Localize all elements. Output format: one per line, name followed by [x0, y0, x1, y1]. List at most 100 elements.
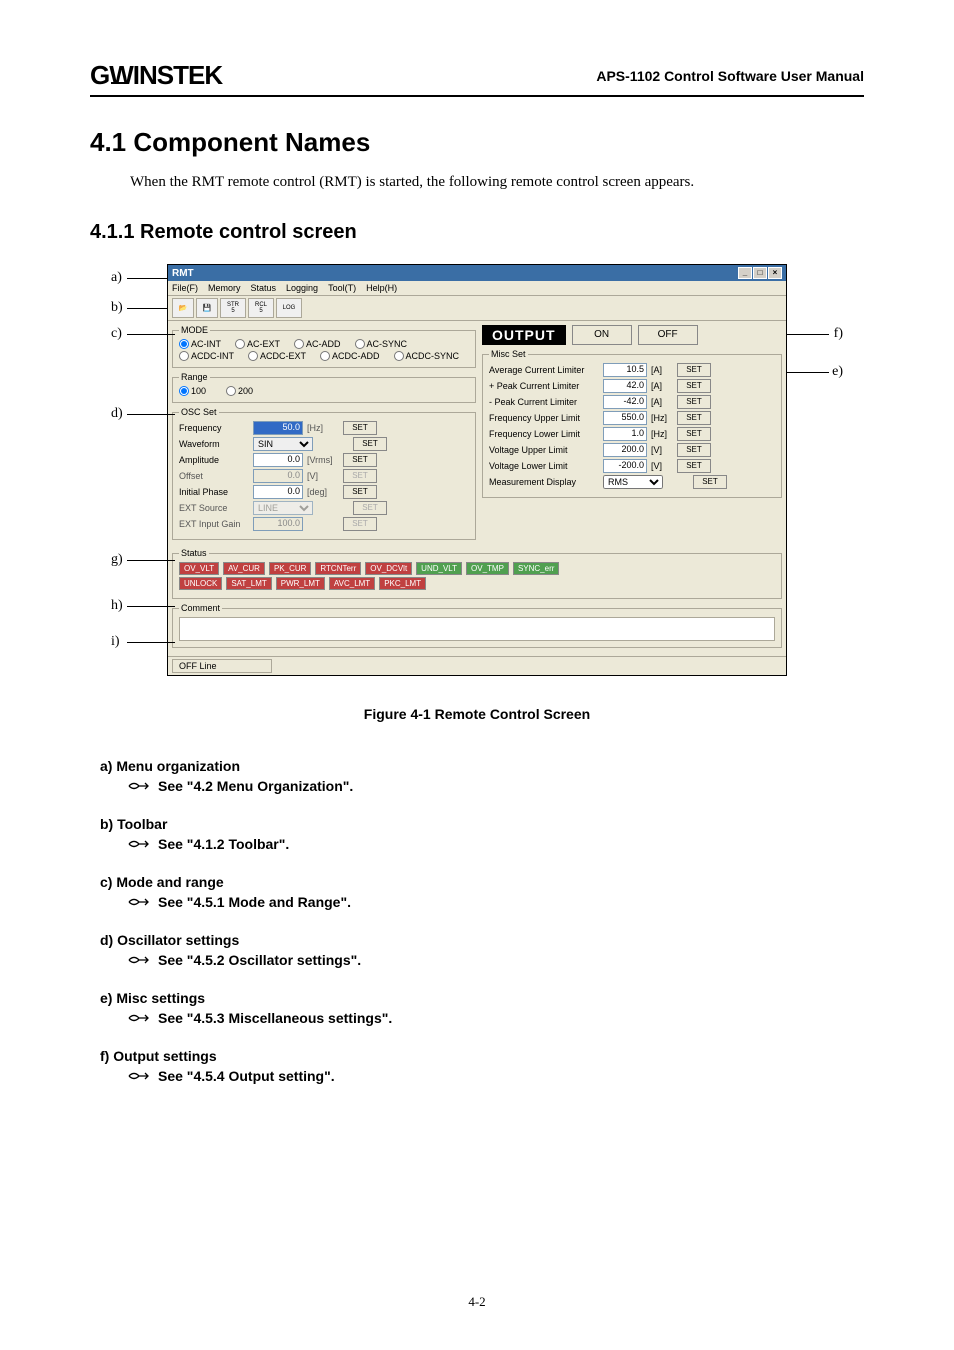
amp-set-button[interactable]: SET	[343, 453, 377, 467]
comment-group: Comment	[172, 603, 782, 648]
offset-unit: [V]	[307, 471, 339, 481]
menu-memory[interactable]: Memory	[208, 283, 241, 293]
log-icon[interactable]: LOG	[276, 298, 302, 318]
voltlo-set-button[interactable]: SET	[677, 459, 711, 473]
output-on-button[interactable]: ON	[572, 325, 632, 345]
callout-g: g)	[111, 552, 123, 568]
comment-input[interactable]	[179, 617, 775, 641]
wave-select[interactable]: SIN	[253, 437, 313, 451]
flag-syncerr: SYNC_err	[513, 562, 559, 575]
item-b-head: b) Toolbar	[100, 816, 864, 832]
status-legend: Status	[179, 548, 209, 558]
mode-acdcext[interactable]: ACDC-EXT	[248, 351, 306, 361]
avgcur-label: Average Current Limiter	[489, 365, 599, 375]
meas-label: Measurement Display	[489, 477, 599, 487]
frequp-input[interactable]: 550.0	[603, 411, 647, 425]
item-e-ref: See "4.5.3 Miscellaneous settings".	[158, 1010, 392, 1026]
misc-group: Misc Set Average Current Limiter10.5[A]S…	[482, 349, 782, 498]
flag-pwrlmt: PWR_LMT	[276, 577, 325, 590]
toolbar: 📂 💾 STR5 RCL5 LOG	[168, 296, 786, 321]
callout-d: d)	[111, 406, 123, 422]
menu-tool[interactable]: Tool(T)	[328, 283, 356, 293]
str-icon[interactable]: STR5	[220, 298, 246, 318]
offset-input: 0.0	[253, 469, 303, 483]
callout-f: f)	[834, 326, 843, 342]
save-icon[interactable]: 💾	[196, 298, 218, 318]
ppkcur-input[interactable]: 42.0	[603, 379, 647, 393]
flag-ovvlt: OV_VLT	[179, 562, 219, 575]
item-f-head: f) Output settings	[100, 1048, 864, 1064]
output-off-button[interactable]: OFF	[638, 325, 698, 345]
page-header: GWINSTEK APS-1102 Control Software User …	[90, 60, 864, 97]
phase-label: Initial Phase	[179, 487, 249, 497]
extsrc-select: LINE	[253, 501, 313, 515]
phase-set-button[interactable]: SET	[343, 485, 377, 499]
page-number: 4-2	[0, 1294, 954, 1310]
freqlo-input[interactable]: 1.0	[603, 427, 647, 441]
mode-acdcint[interactable]: ACDC-INT	[179, 351, 234, 361]
brand-logo: GWINSTEK	[90, 60, 222, 91]
extsrc-label: EXT Source	[179, 503, 249, 513]
pointer-icon	[128, 895, 150, 909]
amp-input[interactable]: 0.0	[253, 453, 303, 467]
pointer-icon	[128, 1069, 150, 1083]
freq-label: Frequency	[179, 423, 249, 433]
offset-label: Offset	[179, 471, 249, 481]
extgain-set-button: SET	[343, 517, 377, 531]
minimize-icon[interactable]: _	[738, 267, 752, 279]
avgcur-input[interactable]: 10.5	[603, 363, 647, 377]
mode-acext[interactable]: AC-EXT	[235, 339, 280, 349]
flag-rtcnterr: RTCNTerr	[315, 562, 361, 575]
item-d-ref: See "4.5.2 Oscillator settings".	[158, 952, 361, 968]
avgcur-set-button[interactable]: SET	[677, 363, 711, 377]
flag-avclmt: AVC_LMT	[329, 577, 375, 590]
phase-input[interactable]: 0.0	[253, 485, 303, 499]
npkcur-input[interactable]: -42.0	[603, 395, 647, 409]
voltlo-input[interactable]: -200.0	[603, 459, 647, 473]
flag-ovtmp: OV_TMP	[466, 562, 509, 575]
menu-help[interactable]: Help(H)	[366, 283, 397, 293]
wave-set-button[interactable]: SET	[353, 437, 387, 451]
open-icon[interactable]: 📂	[172, 298, 194, 318]
voltup-input[interactable]: 200.0	[603, 443, 647, 457]
maximize-icon[interactable]: □	[753, 267, 767, 279]
freq-input[interactable]: 50.0	[253, 421, 303, 435]
freq-set-button[interactable]: SET	[343, 421, 377, 435]
rcl-icon[interactable]: RCL5	[248, 298, 274, 318]
callout-c: c)	[111, 326, 122, 342]
menu-logging[interactable]: Logging	[286, 283, 318, 293]
misc-legend: Misc Set	[489, 349, 528, 359]
mode-acdcsync[interactable]: ACDC-SYNC	[394, 351, 460, 361]
menu-status[interactable]: Status	[251, 283, 277, 293]
amp-unit: [Vrms]	[307, 455, 339, 465]
ppkcur-set-button[interactable]: SET	[677, 379, 711, 393]
mode-acsync[interactable]: AC-SYNC	[355, 339, 408, 349]
extgain-input: 100.0	[253, 517, 303, 531]
pointer-icon	[128, 953, 150, 967]
freqlo-set-button[interactable]: SET	[677, 427, 711, 441]
manual-title: APS-1102 Control Software User Manual	[596, 68, 864, 84]
callout-e: e)	[832, 364, 843, 380]
close-icon[interactable]: ×	[768, 267, 782, 279]
npkcur-set-button[interactable]: SET	[677, 395, 711, 409]
voltup-set-button[interactable]: SET	[677, 443, 711, 457]
voltup-label: Voltage Upper Limit	[489, 445, 599, 455]
meas-set-button[interactable]: SET	[693, 475, 727, 489]
range-100[interactable]: 100	[179, 386, 206, 396]
flag-undvlt: UND_VLT	[416, 562, 462, 575]
mode-group: MODE AC-INT AC-EXT AC-ADD AC-SYNC ACDC-I…	[172, 325, 476, 368]
range-200[interactable]: 200	[226, 386, 253, 396]
mode-acadd[interactable]: AC-ADD	[294, 339, 341, 349]
frequp-set-button[interactable]: SET	[677, 411, 711, 425]
callout-b: b)	[111, 300, 123, 316]
callout-h: h)	[111, 598, 123, 614]
statusbar: OFF Line	[168, 656, 786, 675]
mode-legend: MODE	[179, 325, 210, 335]
mode-acint[interactable]: AC-INT	[179, 339, 221, 349]
pointer-icon	[128, 779, 150, 793]
wave-label: Waveform	[179, 439, 249, 449]
flag-pkcur: PK_CUR	[269, 562, 311, 575]
meas-select[interactable]: RMS	[603, 475, 663, 489]
mode-acdcadd[interactable]: ACDC-ADD	[320, 351, 380, 361]
menu-file[interactable]: File(F)	[172, 283, 198, 293]
